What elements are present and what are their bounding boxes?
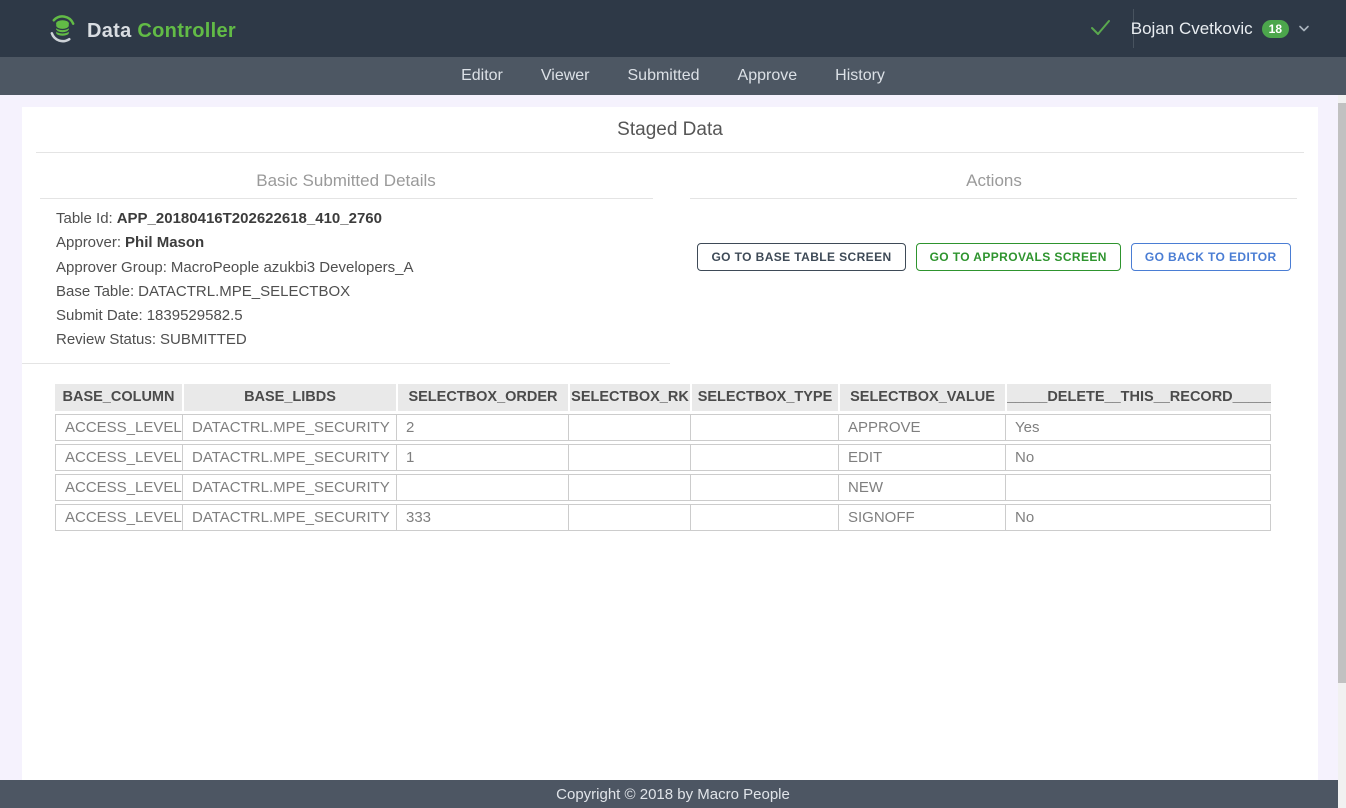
detail-row: Base Table:DATACTRL.MPE_SELECTBOX [56,280,670,304]
nav-tab[interactable]: Viewer [541,67,590,85]
user-menu[interactable]: Bojan Cvetkovic 18 [1131,0,1310,57]
detail-value: MacroPeople azukbi3 Developers_A [171,259,414,276]
chevron-down-icon [1298,20,1310,38]
actions-heading: Actions [670,171,1318,191]
user-name: Bojan Cvetkovic [1131,19,1253,39]
table-column-header: SELECTBOX_VALUE [838,384,1005,411]
scrollbar-thumb[interactable] [1338,103,1346,683]
detail-row: Approver Group:MacroPeople azukbi3 Devel… [56,256,670,280]
detail-row: Table Id:APP_20180416T202622618_410_2760 [56,207,670,231]
table-row: ACCESS_LEVEL DATACTRL.MPE_SECURITY 333 S… [55,504,1271,531]
detail-label: Table Id: [56,210,113,227]
detail-label: Approver Group: [56,259,167,276]
staged-data-table-wrap: BASE_COLUMNBASE_LIBDSSELECTBOX_ORDERSELE… [55,381,1318,534]
cell-delete-record [1005,474,1271,501]
app-header: Data Controller Bojan Cvetkovic 18 [0,0,1346,57]
cell-selectbox-order [396,474,568,501]
cell-base-libds: DATACTRL.MPE_SECURITY [182,504,396,531]
cell-base-column: ACCESS_LEVEL [55,474,182,501]
nav-tab[interactable]: Approve [738,67,798,85]
check-icon [1088,17,1112,44]
vertical-scrollbar[interactable] [1338,95,1346,808]
table-row: ACCESS_LEVEL DATACTRL.MPE_SECURITY 2 APP… [55,414,1271,441]
detail-row: Review Status:SUBMITTED [56,328,670,352]
details-heading: Basic Submitted Details [22,171,670,191]
cell-base-column: ACCESS_LEVEL [55,414,182,441]
cell-delete-record: No [1005,504,1271,531]
detail-row: Submit Date:1839529582.5 [56,304,670,328]
app-logo[interactable]: Data Controller [47,13,236,49]
cell-selectbox-type [690,414,838,441]
database-logo-icon [47,13,78,49]
staged-data-table: BASE_COLUMNBASE_LIBDSSELECTBOX_ORDERSELE… [55,381,1271,534]
actions-divider [690,198,1297,199]
table-row: ACCESS_LEVEL DATACTRL.MPE_SECURITY 1 EDI… [55,444,1271,471]
copyright-text: Copyright © 2018 by Macro People [556,786,790,803]
detail-value: DATACTRL.MPE_SELECTBOX [138,283,350,300]
action-button[interactable]: GO TO APPROVALS SCREEN [916,243,1121,271]
cell-delete-record: Yes [1005,414,1271,441]
cell-selectbox-type [690,444,838,471]
actions-section: Actions GO TO BASE TABLE SCREEN GO TO APP… [670,153,1318,271]
page-title: Staged Data [22,107,1318,141]
table-column-header: SELECTBOX_TYPE [690,384,838,411]
cell-selectbox-value: APPROVE [838,414,1005,441]
table-column-header: SELECTBOX_ORDER [396,384,568,411]
cell-selectbox-value: NEW [838,474,1005,501]
actions-buttons: GO TO BASE TABLE SCREEN GO TO APPROVALS S… [670,243,1318,271]
detail-value: APP_20180416T202622618_410_2760 [117,210,382,227]
cell-selectbox-order: 2 [396,414,568,441]
cell-base-column: ACCESS_LEVEL [55,504,182,531]
cell-selectbox-value: SIGNOFF [838,504,1005,531]
detail-label: Review Status: [56,331,156,348]
cell-base-libds: DATACTRL.MPE_SECURITY [182,444,396,471]
nav-tab[interactable]: Editor [461,67,503,85]
nav-tab[interactable]: History [835,67,885,85]
cell-base-libds: DATACTRL.MPE_SECURITY [182,414,396,441]
detail-label: Submit Date: [56,307,143,324]
cell-selectbox-order: 333 [396,504,568,531]
detail-value: Phil Mason [125,234,204,251]
app-title: Data Controller [87,20,236,43]
table-row: ACCESS_LEVEL DATACTRL.MPE_SECURITY NEW [55,474,1271,501]
basic-details-section: Basic Submitted Details Table Id:APP_201… [22,153,670,364]
cell-base-column: ACCESS_LEVEL [55,444,182,471]
action-button[interactable]: GO BACK TO EDITOR [1131,243,1291,271]
table-column-header: _____DELETE__THIS__RECORD_____ [1005,384,1271,411]
app-footer: Copyright © 2018 by Macro People [0,780,1346,808]
detail-value: SUBMITTED [160,331,247,348]
staged-data-card: Staged Data Basic Submitted Details Tabl… [22,107,1318,780]
details-list: Table Id:APP_20180416T202622618_410_2760… [22,199,670,363]
cell-selectbox-rk [568,474,690,501]
cell-delete-record: No [1005,444,1271,471]
detail-label: Approver: [56,234,121,251]
table-column-header: BASE_LIBDS [182,384,396,411]
table-column-header: SELECTBOX_RK [568,384,690,411]
nav-tab[interactable]: Submitted [628,67,700,85]
notification-badge: 18 [1262,20,1289,38]
cell-selectbox-rk [568,414,690,441]
cell-selectbox-value: EDIT [838,444,1005,471]
page-background: Staged Data Basic Submitted Details Tabl… [0,95,1346,780]
detail-value: 1839529582.5 [147,307,243,324]
detail-row: Approver:Phil Mason [56,231,670,255]
details-bottom-divider [22,363,670,364]
cell-selectbox-type [690,504,838,531]
cell-selectbox-order: 1 [396,444,568,471]
main-nav: Editor Viewer Submitted Approve History [0,57,1346,95]
cell-selectbox-rk [568,444,690,471]
detail-label: Base Table: [56,283,134,300]
table-column-header: BASE_COLUMN [55,384,182,411]
cell-selectbox-type [690,474,838,501]
cell-base-libds: DATACTRL.MPE_SECURITY [182,474,396,501]
action-button[interactable]: GO TO BASE TABLE SCREEN [697,243,905,271]
cell-selectbox-rk [568,504,690,531]
